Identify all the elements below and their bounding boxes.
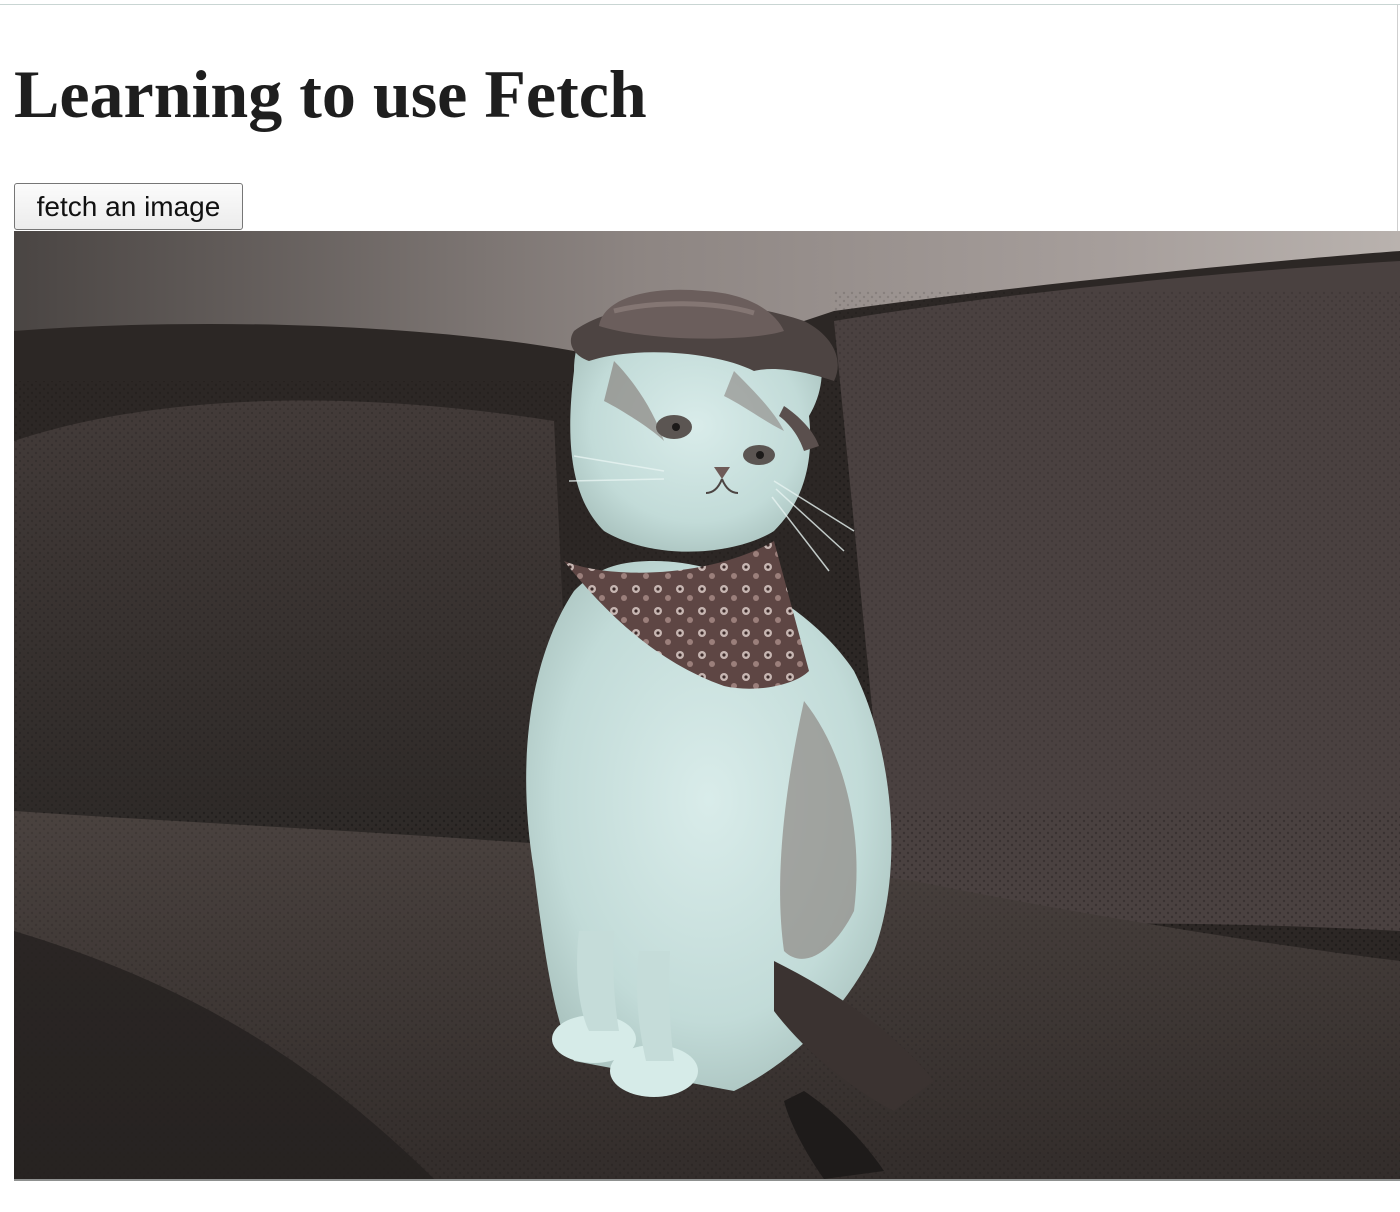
page-title: Learning to use Fetch	[14, 56, 647, 132]
fetch-image-button[interactable]: fetch an image	[14, 183, 243, 230]
cat-photo	[14, 231, 1400, 1179]
page: Learning to use Fetch fetch an image	[0, 0, 1400, 1212]
right-divider	[1397, 4, 1398, 232]
cat-photo-illustration	[14, 231, 1400, 1179]
bottom-divider	[14, 1179, 1400, 1181]
top-divider	[0, 4, 1400, 5]
